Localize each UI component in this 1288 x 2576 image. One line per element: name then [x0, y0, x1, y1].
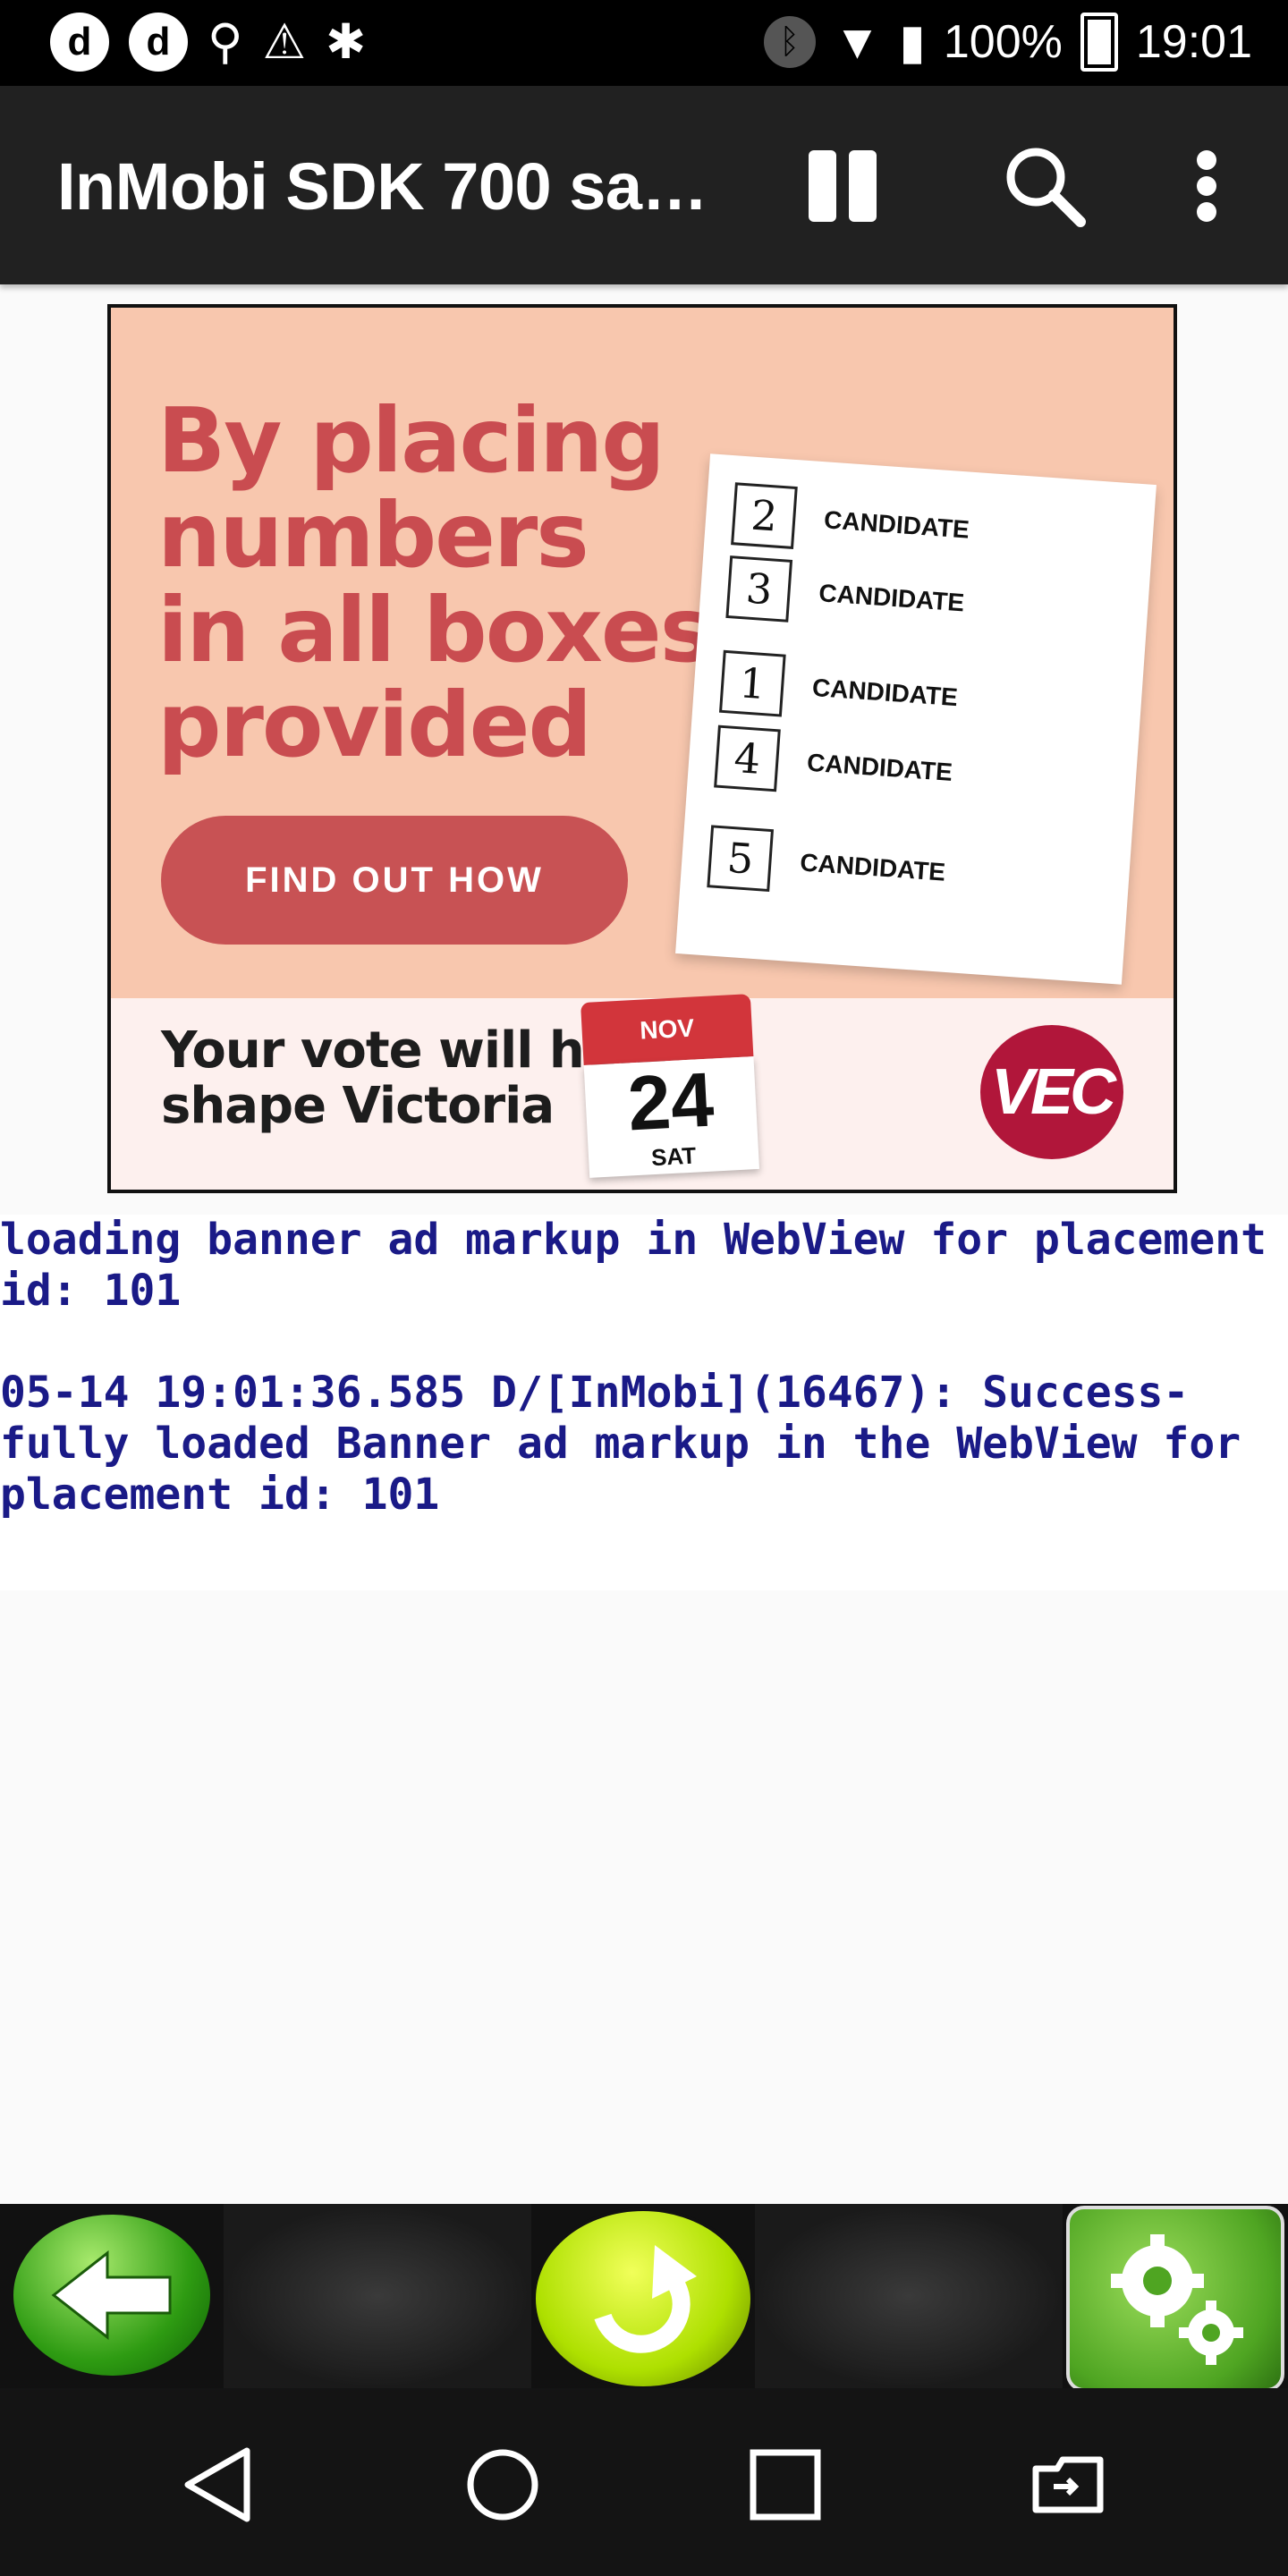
- search-icon[interactable]: [1000, 141, 1089, 231]
- wifi-icon: ▼: [833, 15, 882, 69]
- log-output: loading banner ad markup in WebView for …: [0, 1215, 1288, 1590]
- toolbar-cell: [531, 2204, 755, 2390]
- usb-icon: ⚲: [208, 15, 243, 69]
- recents-icon[interactable]: [742, 2442, 828, 2528]
- log-line: id: 101: [0, 1266, 182, 1316]
- back-icon[interactable]: [175, 2442, 261, 2528]
- banner-ad[interactable]: By placing numbers in all boxes provided…: [107, 304, 1177, 1193]
- d-notification-icon: d: [50, 13, 109, 72]
- screen-cast-icon[interactable]: [1023, 2442, 1109, 2528]
- pause-icon[interactable]: [809, 150, 877, 222]
- log-line: 05-14 19:01:36.585 D/[InMobi](16467): Su…: [0, 1368, 1190, 1418]
- battery-icon: [1080, 13, 1118, 72]
- calendar-icon: NOV 24 SAT: [580, 994, 759, 1178]
- bluetooth-icon: ᛒ: [763, 16, 816, 68]
- vec-logo: VEC: [980, 1025, 1123, 1159]
- ballot-paper-illustration: 2 CANDIDATE 3 CANDIDATE 1 CANDIDATE 4 CA…: [675, 453, 1157, 985]
- clock: 19:01: [1135, 16, 1252, 68]
- settings-gears-icon[interactable]: [1066, 2206, 1284, 2392]
- d-notification-icon: d: [129, 13, 188, 72]
- calendar-day: 24: [625, 1056, 716, 1148]
- find-out-how-button[interactable]: FIND OUT HOW: [161, 816, 628, 945]
- toolbar-spacer: [224, 2204, 531, 2388]
- log-line: [0, 1317, 1288, 1368]
- back-arrow-icon[interactable]: [13, 2215, 210, 2376]
- app-title: InMobi SDK 700 sa…: [57, 149, 708, 224]
- android-debug-icon: ✱: [325, 15, 367, 69]
- navigation-bar: [0, 2388, 1288, 2576]
- status-bar: d d ⚲ ⚠ ✱ ᛒ ▼ ▮ 100% 19:01: [0, 0, 1288, 86]
- log-line: loading banner ad markup in WebView for …: [0, 1215, 1267, 1265]
- more-vert-icon[interactable]: [1197, 150, 1218, 222]
- log-line: fully loaded Banner ad markup in the Web…: [0, 1419, 1241, 1469]
- warning-icon: ⚠: [262, 15, 306, 69]
- app-bar: InMobi SDK 700 sa…: [0, 86, 1288, 284]
- toolbar-cell: [0, 2204, 224, 2388]
- no-sim-icon: ▮: [899, 15, 926, 69]
- bottom-toolbar: [0, 2204, 1288, 2392]
- log-line: placement id: 101: [0, 1470, 440, 1520]
- ad-headline: By placing numbers in all boxes provided: [157, 388, 713, 777]
- home-icon[interactable]: [460, 2442, 546, 2528]
- ad-footer: Your vote will help shape Victoria NOV 2…: [111, 994, 1174, 1190]
- status-left-icons: d d ⚲ ⚠ ✱: [50, 13, 366, 72]
- toolbar-cell: [1063, 2204, 1288, 2392]
- toolbar-spacer: [755, 2204, 1063, 2388]
- calendar-month: NOV: [580, 994, 754, 1066]
- battery-percent: 100%: [943, 16, 1063, 68]
- redo-icon[interactable]: [532, 2207, 754, 2390]
- status-right-icons: ᛒ ▼ ▮ 100% 19:01: [763, 13, 1252, 72]
